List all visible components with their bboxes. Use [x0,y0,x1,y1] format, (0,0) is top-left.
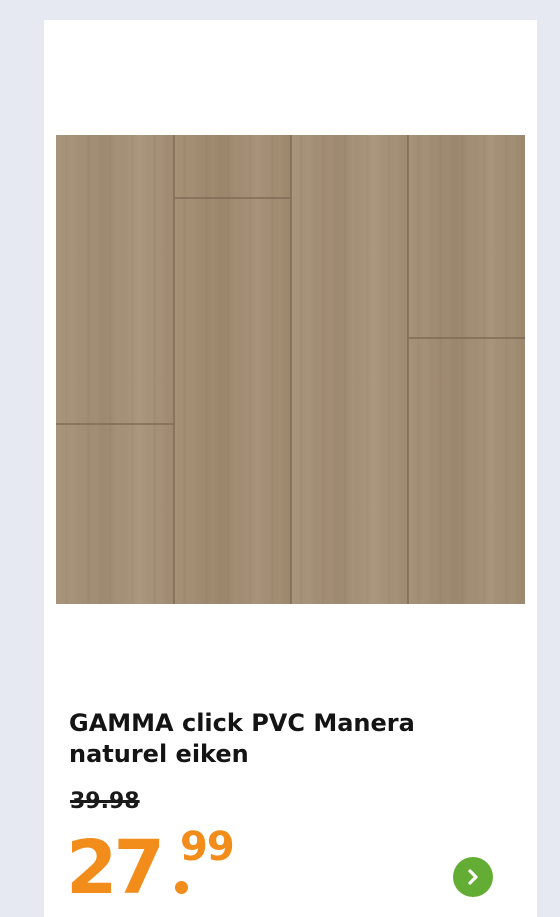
plank [174,135,291,604]
plank-seam [290,135,292,604]
chevron-right-icon [468,869,478,885]
old-price: 39.98 [70,789,140,814]
next-button[interactable] [453,857,493,897]
plank [56,135,174,604]
product-card[interactable]: GAMMA click PVC Manera naturel eiken 39.… [44,20,537,917]
product-title-line-2: naturel eiken [69,740,249,768]
price-whole: 27 [66,825,165,911]
plank [408,135,525,604]
product-title[interactable]: GAMMA click PVC Manera naturel eiken [69,708,509,770]
product-title-line-1: GAMMA click PVC Manera [69,709,415,737]
product-image [56,135,525,604]
price-decimal-dot [175,881,188,894]
plank-joint [409,337,525,339]
plank-seam [407,135,409,604]
price-cents: 99 [180,824,235,870]
plank [291,135,408,604]
plank-joint [175,197,290,199]
plank-seam [173,135,175,604]
plank-joint [56,423,173,425]
